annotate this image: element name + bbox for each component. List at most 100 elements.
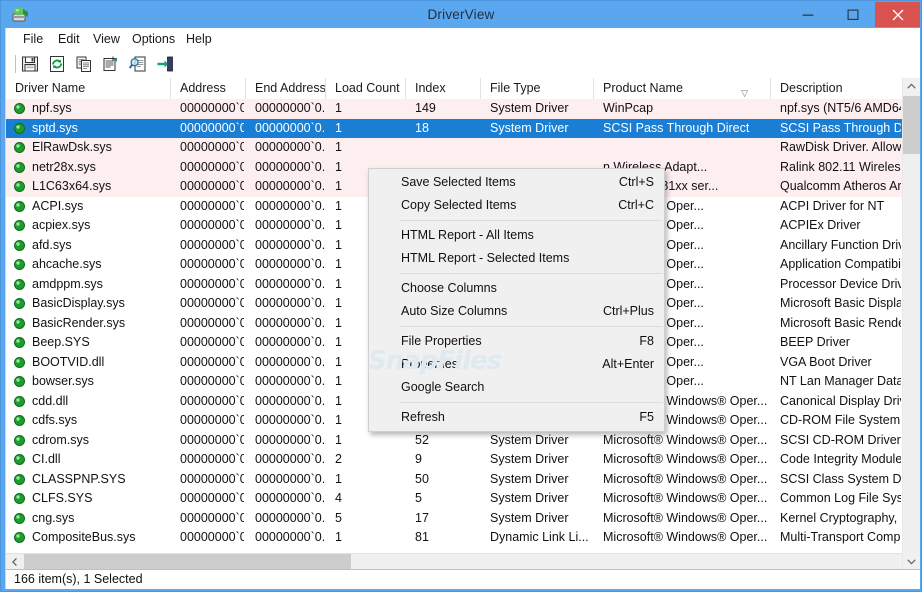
- cell-driver_name: cng.sys: [32, 510, 75, 525]
- cell-address: 00000000`0...: [180, 140, 244, 154]
- cell-driver_name: acpiex.sys: [32, 218, 91, 232]
- cell-end_address: 00000000`0...: [255, 315, 324, 330]
- table-row[interactable]: npf.sys 00000000`0... 00000000`0... 1 149 Sys…: [6, 99, 903, 119]
- minimize-button[interactable]: [785, 2, 830, 27]
- cell-address: 00000000`0...: [180, 452, 244, 466]
- context-menu-separator: [400, 402, 663, 403]
- column-header-load-count[interactable]: Load Count: [326, 78, 406, 99]
- column-header-file-type[interactable]: File Type: [481, 78, 594, 99]
- table-row[interactable]: cdrom.sys 00000000`0... 00000000`0... 1 52 Sy…: [6, 430, 903, 450]
- column-header-end-address[interactable]: End Address: [246, 78, 326, 99]
- cell-driver_name: netr28x.sys: [32, 159, 96, 174]
- context-menu-item[interactable]: Properties Alt+Enter: [369, 353, 664, 376]
- context-menu-item-label: HTML Report - Selected Items: [401, 251, 570, 265]
- cell-description: Kernel Cryptography, N: [780, 510, 901, 525]
- context-menu-item-label: File Properties: [401, 334, 482, 348]
- cell-address: 00000000`0...: [180, 276, 244, 291]
- menu-file[interactable]: File: [14, 28, 52, 50]
- exit-icon[interactable]: [155, 53, 177, 75]
- cell-driver_name: bowser.sys: [32, 374, 94, 388]
- context-menu-item[interactable]: Refresh F5: [369, 406, 664, 429]
- html-report-icon[interactable]: [128, 53, 150, 75]
- sort-indicator-icon: ▽: [741, 88, 748, 98]
- cell-end_address: 00000000`0...: [255, 374, 324, 388]
- copy-icon[interactable]: [74, 53, 96, 75]
- context-menu-item-accelerator: Alt+Enter: [602, 357, 654, 371]
- cell-load_count: 2: [335, 452, 342, 466]
- cell-driver_name: afd.sys: [32, 237, 72, 252]
- title-bar: DriverView: [1, 1, 921, 28]
- table-row[interactable]: CLASSPNP.SYS 00000000`0... 00000000`0... 1 5…: [6, 469, 903, 489]
- cell-address: 00000000`0...: [180, 335, 244, 349]
- menu-help[interactable]: Help: [177, 28, 221, 50]
- vertical-scrollbar[interactable]: [902, 78, 920, 570]
- cell-product_name: Microsoft® Windows® Oper...: [603, 510, 768, 525]
- menu-edit[interactable]: Edit: [49, 28, 89, 50]
- table-row[interactable]: ElRawDsk.sys 00000000`0... 00000000`0... 1 R…: [6, 138, 903, 158]
- cell-address: 00000000`0...: [180, 159, 244, 174]
- cell-index: 18: [415, 120, 429, 135]
- cell-product_name: WinPcap: [603, 101, 654, 115]
- cell-description: SCSI Class System Dll: [780, 471, 901, 486]
- toolbar-divider: [15, 55, 16, 73]
- cell-description: Microsoft Basic Display: [780, 296, 901, 310]
- properties-icon[interactable]: [101, 53, 123, 75]
- cell-file_type: [490, 138, 592, 158]
- table-row[interactable]: CompositeBus.sys 00000000`0... 00000000`0.…: [6, 528, 903, 548]
- cell-address: 00000000`0...: [180, 530, 244, 544]
- table-row[interactable]: CLFS.SYS 00000000`0... 00000000`0... 4 5 Syst…: [6, 489, 903, 509]
- status-bar: 166 item(s), 1 Selected: [6, 569, 920, 589]
- column-header-product-name[interactable]: Product Name ▽: [594, 78, 771, 99]
- context-menu-item[interactable]: Save Selected Items Ctrl+S: [369, 171, 664, 194]
- cell-description: CD-ROM File System D: [780, 413, 901, 427]
- vertical-scroll-thumb[interactable]: [903, 96, 920, 154]
- column-header-description[interactable]: Description: [771, 78, 903, 99]
- cell-product_name: Microsoft® Windows® Oper...: [603, 432, 768, 447]
- cell-product_name: Microsoft® Windows® Oper...: [603, 452, 768, 466]
- cell-description: SCSI Pass Through Dire: [780, 120, 901, 135]
- cell-file_type: System Driver: [490, 120, 569, 135]
- close-button[interactable]: [875, 2, 920, 27]
- context-menu-item[interactable]: Google Search: [369, 376, 664, 399]
- menu-options[interactable]: Options: [123, 28, 184, 50]
- context-menu-item-label: Properties: [401, 357, 458, 371]
- cell-end_address: 00000000`0...: [255, 198, 324, 213]
- table-row[interactable]: cng.sys 00000000`0... 00000000`0... 5 17 Syst…: [6, 508, 903, 528]
- cell-description: VGA Boot Driver: [780, 354, 872, 369]
- horizontal-scroll-thumb[interactable]: [24, 554, 351, 570]
- scroll-up-arrow-icon[interactable]: [903, 78, 920, 95]
- context-menu-item[interactable]: Choose Columns: [369, 277, 664, 300]
- cell-address: 00000000`0...: [180, 101, 244, 115]
- cell-description: Qualcomm Atheros Ar: [780, 179, 901, 193]
- cell-load_count: 1: [335, 432, 342, 447]
- column-header-address[interactable]: Address: [171, 78, 246, 99]
- maximize-button[interactable]: [830, 2, 875, 27]
- cell-end_address: 00000000`0...: [255, 354, 324, 369]
- cell-file_type: System Driver: [490, 491, 569, 505]
- cell-index: 149: [415, 101, 436, 115]
- column-header-index[interactable]: Index: [406, 78, 481, 99]
- context-menu-item-accelerator: F8: [639, 334, 654, 348]
- context-menu-item[interactable]: HTML Report - All Items: [369, 224, 664, 247]
- horizontal-scrollbar[interactable]: [6, 553, 903, 570]
- context-menu-item[interactable]: Auto Size Columns Ctrl+Plus: [369, 300, 664, 323]
- context-menu-item[interactable]: File Properties F8: [369, 330, 664, 353]
- save-icon[interactable]: [20, 53, 42, 75]
- table-row[interactable]: CI.dll 00000000`0... 00000000`0... 2 9 System…: [6, 450, 903, 470]
- cell-file_type: System Driver: [490, 471, 569, 486]
- cell-address: 00000000`0...: [180, 393, 244, 408]
- cell-address: 00000000`0...: [180, 471, 244, 486]
- refresh-icon[interactable]: [47, 53, 69, 75]
- scroll-left-arrow-icon[interactable]: [6, 554, 23, 570]
- cell-description: Microsoft Basic Render: [780, 315, 901, 330]
- context-menu-item[interactable]: Copy Selected Items Ctrl+C: [369, 194, 664, 217]
- context-menu-item[interactable]: HTML Report - Selected Items: [369, 247, 664, 270]
- column-header-driver-name[interactable]: Driver Name: [6, 78, 171, 99]
- cell-end_address: 00000000`0...: [255, 413, 324, 427]
- cell-driver_name: ahcache.sys: [32, 257, 102, 271]
- scroll-down-arrow-icon[interactable]: [903, 553, 920, 570]
- cell-end_address: 00000000`0...: [255, 140, 324, 154]
- cell-end_address: 00000000`0...: [255, 218, 324, 232]
- cell-end_address: 00000000`0...: [255, 179, 324, 193]
- table-row[interactable]: sptd.sys 00000000`0... 00000000`0... 1 18 Sys…: [6, 118, 903, 138]
